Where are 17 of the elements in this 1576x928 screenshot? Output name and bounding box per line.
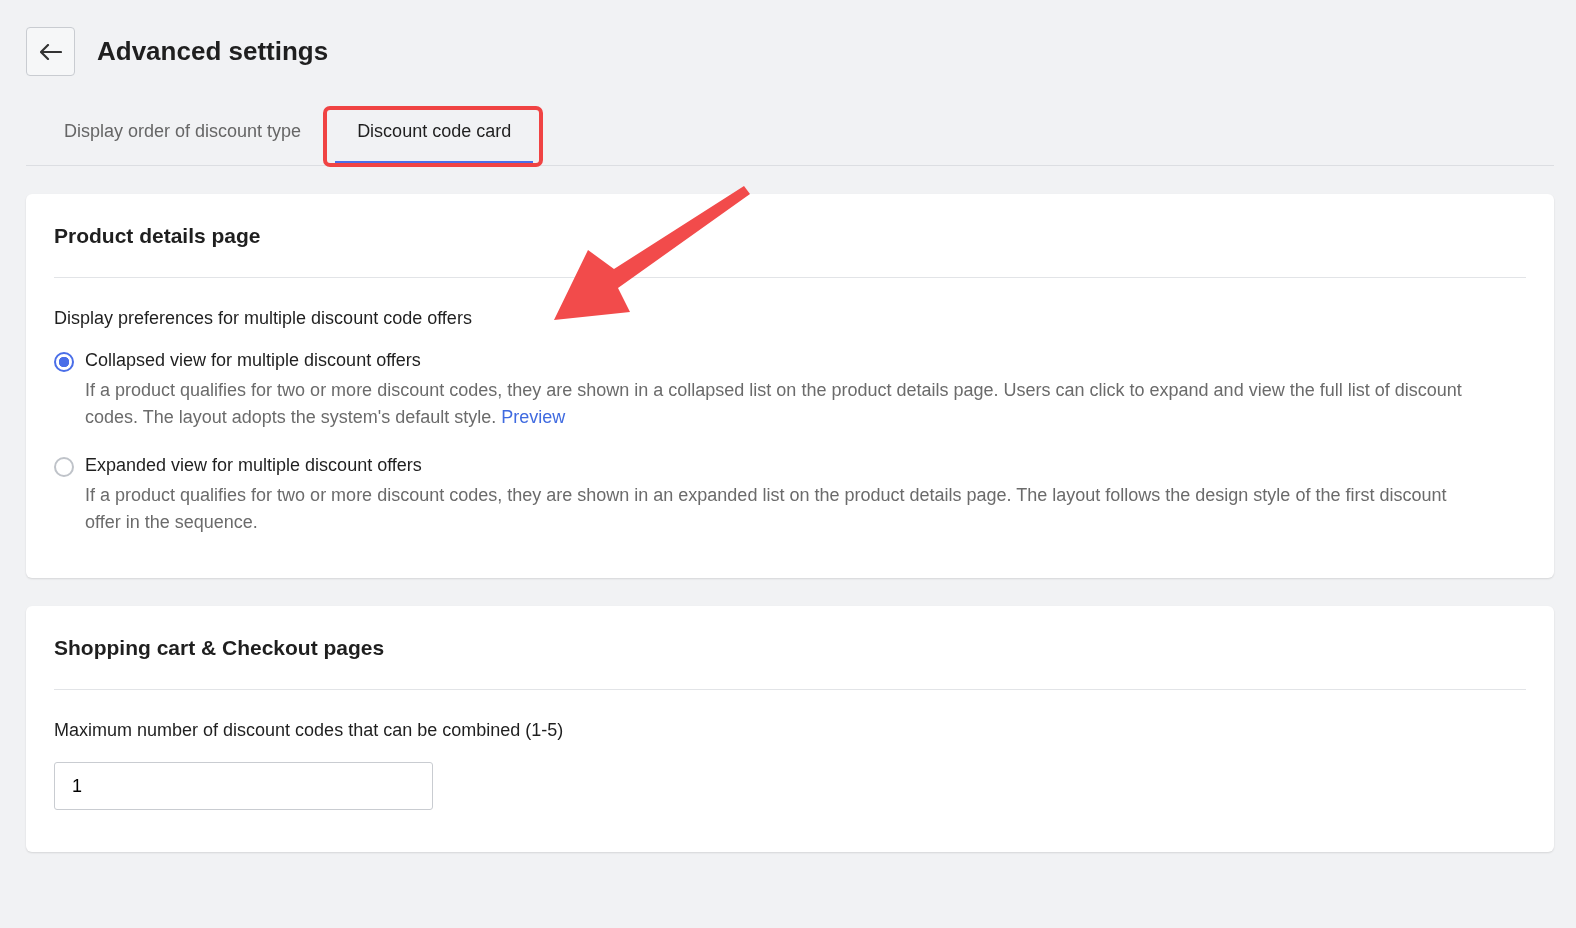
input-field[interactable]: 1 <box>54 762 433 810</box>
option-label: Collapsed view for multiple discount offers <box>85 350 422 371</box>
back-arrow-icon <box>39 43 62 60</box>
option-label: Expanded view for multiple discount offers <box>85 455 423 476</box>
option-description: If a product qualifies for two or more discount codes, they are shown in a collapsed list on the product details page. Users can click to expand and view the full list of discount codes. The layout adopts the system's default style. Preview <box>85 379 1463 429</box>
tab[interactable]: Display order of discount type <box>48 107 318 165</box>
card-title: Product details page <box>54 224 262 248</box>
tab[interactable]: Discount code card <box>335 107 534 165</box>
option-description: If a product qualifies for two or more discount codes, they are shown in an expanded list on the product details page. The layout follows the design style of the first discount offer in the sequence. <box>85 484 1448 534</box>
field-label: Maximum number of discount codes that can be combined (1-5) <box>54 720 565 741</box>
question-label: Display preferences for multiple discount code offers <box>54 308 473 329</box>
radio-button[interactable] <box>54 457 74 477</box>
preview-link[interactable]: Preview <box>501 407 566 427</box>
page-title: Advanced settings <box>97 36 329 67</box>
card-title: Shopping cart & Checkout pages <box>54 636 386 660</box>
back-button[interactable] <box>26 27 75 76</box>
radio-button[interactable] <box>54 352 74 372</box>
